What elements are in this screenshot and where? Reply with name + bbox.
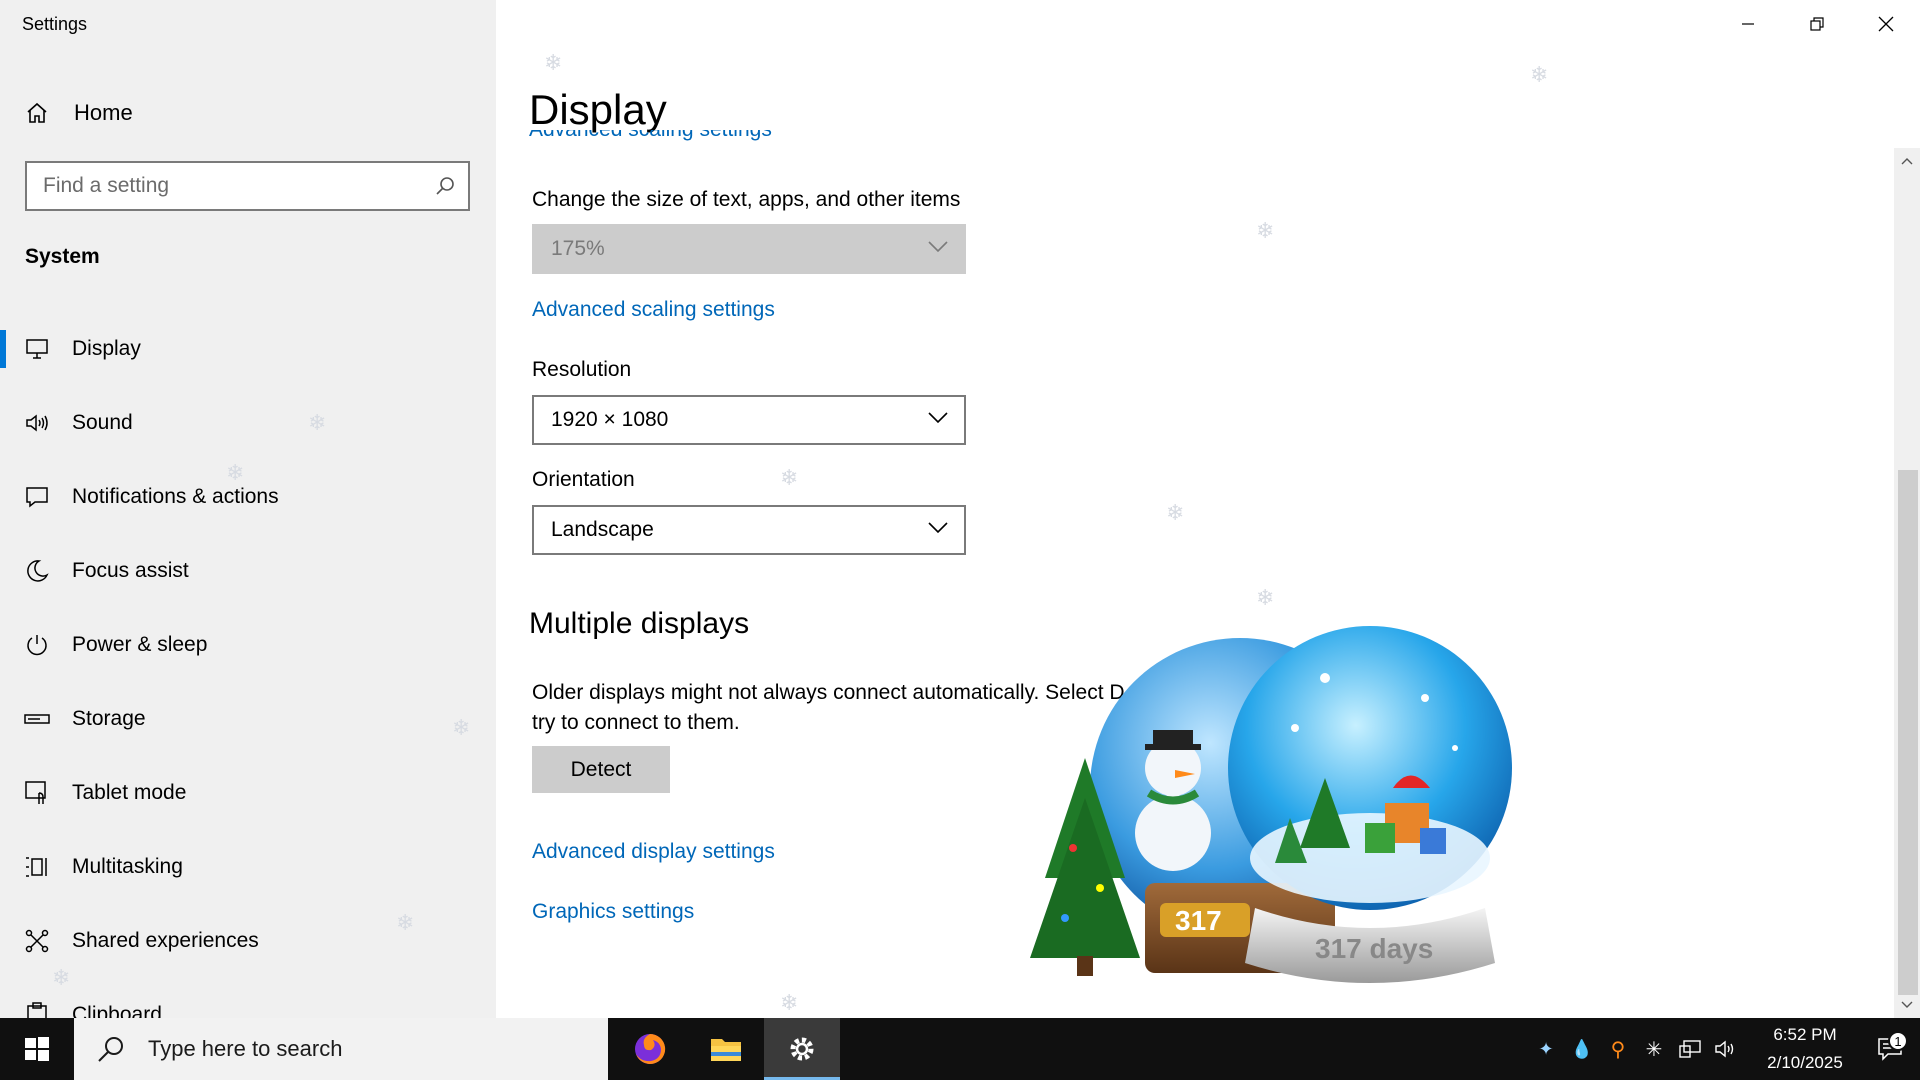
notification-icon: [24, 484, 50, 510]
close-button[interactable]: [1851, 0, 1920, 48]
taskbar: Type here to search ✦ 💧 ⚲ ✳ 6:52 PM 2/10…: [0, 1018, 1920, 1080]
windows-logo-icon: [25, 1037, 49, 1061]
clipped-scrolled-link[interactable]: Advanced scaling settings: [529, 130, 929, 154]
volume-icon[interactable]: [1708, 1039, 1744, 1059]
sidebar-item-label: Notifications & actions: [72, 485, 279, 508]
tray-search-tool-icon[interactable]: ⚲: [1600, 1037, 1636, 1062]
tray-snowglobe-icon[interactable]: ✦: [1528, 1039, 1564, 1060]
scroll-up-arrow-icon[interactable]: [1894, 148, 1920, 174]
scale-value: 175%: [551, 237, 605, 260]
section-heading-system: System: [25, 245, 100, 268]
snow-globe-illustration: 317 317 days: [1030, 626, 1512, 983]
widget-days-label: 317 days: [1315, 933, 1433, 964]
tray-bluetooth-icon[interactable]: ✳: [1636, 1037, 1672, 1062]
home-icon: [24, 100, 50, 126]
sidebar-item-display[interactable]: Display: [0, 312, 496, 386]
sidebar-item-tablet-mode[interactable]: Tablet mode: [0, 756, 496, 830]
clock-date: 2/10/2025: [1767, 1053, 1843, 1072]
taskbar-apps: [612, 1018, 840, 1080]
resolution-dropdown[interactable]: 1920 × 1080: [532, 395, 966, 445]
sidebar-item-label: Storage: [72, 707, 146, 730]
settings-sidebar: Settings Home System Display Sound: [0, 0, 496, 1018]
vertical-scrollbar[interactable]: [1894, 148, 1920, 1018]
tablet-mode-icon: [24, 780, 50, 806]
sidebar-item-storage[interactable]: Storage: [0, 682, 496, 756]
graphics-settings-link[interactable]: Graphics settings: [532, 900, 694, 924]
scale-label: Change the size of text, apps, and other…: [532, 188, 961, 211]
sidebar-item-label: Display: [72, 337, 141, 360]
tray-drop-icon[interactable]: 💧: [1564, 1039, 1600, 1060]
resolution-label: Resolution: [532, 358, 632, 381]
resolution-value: 1920 × 1080: [551, 408, 669, 431]
sidebar-item-label: Tablet mode: [72, 781, 187, 804]
advanced-scaling-link[interactable]: Advanced scaling settings: [532, 298, 775, 322]
file-explorer-taskbar-button[interactable]: [688, 1018, 764, 1080]
sidebar-item-clipboard[interactable]: Clipboard: [0, 978, 496, 1018]
sidebar-item-label: Power & sleep: [72, 633, 208, 656]
find-setting-search[interactable]: [25, 161, 470, 211]
multitasking-icon: [24, 854, 50, 880]
sidebar-item-multitasking[interactable]: Multitasking: [0, 830, 496, 904]
action-center-button[interactable]: 1: [1860, 1031, 1920, 1061]
page-title: Display: [529, 86, 667, 133]
chevron-down-icon: [928, 240, 948, 258]
multiple-displays-heading: Multiple displays: [529, 607, 750, 640]
advanced-display-link[interactable]: Advanced display settings: [532, 840, 775, 864]
taskbar-clock[interactable]: 6:52 PM 2/10/2025: [1750, 1021, 1860, 1077]
sidebar-item-label: Focus assist: [72, 559, 189, 582]
firefox-taskbar-button[interactable]: [612, 1018, 688, 1080]
home-label: Home: [74, 100, 133, 125]
chevron-down-icon: [928, 521, 948, 539]
storage-icon: [24, 706, 50, 732]
window-controls: [1713, 0, 1920, 48]
chevron-down-icon: [928, 411, 948, 429]
moon-icon: [24, 558, 50, 584]
snow-globe-widget[interactable]: 317 317 days: [1025, 618, 1515, 1018]
sidebar-item-focus-assist[interactable]: Focus assist: [0, 534, 496, 608]
settings-taskbar-button[interactable]: [764, 1018, 840, 1080]
scale-dropdown: 175%: [532, 224, 966, 274]
search-icon: [96, 1034, 126, 1064]
sidebar-item-shared-experiences[interactable]: Shared experiences: [0, 904, 496, 978]
start-button[interactable]: [0, 1018, 74, 1080]
power-icon: [24, 632, 50, 658]
scroll-down-arrow-icon[interactable]: [1894, 992, 1920, 1018]
sidebar-nav: Display Sound Notifications & actions Fo…: [0, 312, 496, 1018]
orientation-dropdown[interactable]: Landscape: [532, 505, 966, 555]
shared-experiences-icon: [24, 928, 50, 954]
firefox-icon: [635, 1033, 666, 1064]
network-icon[interactable]: [1672, 1040, 1708, 1058]
speaker-icon: [24, 410, 50, 436]
orientation-label: Orientation: [532, 468, 635, 491]
find-setting-input[interactable]: [27, 174, 422, 198]
taskbar-search-placeholder: Type here to search: [148, 1036, 343, 1061]
clipboard-icon: [24, 1002, 50, 1018]
sidebar-item-notifications[interactable]: Notifications & actions: [0, 460, 496, 534]
scrollbar-thumb[interactable]: [1898, 470, 1918, 995]
restore-button[interactable]: [1782, 0, 1851, 48]
notification-count-badge: 1: [1888, 1031, 1908, 1051]
folder-icon: [711, 1039, 741, 1061]
sidebar-item-home[interactable]: Home: [24, 96, 133, 130]
sidebar-item-sound[interactable]: Sound: [0, 386, 496, 460]
orientation-value: Landscape: [551, 518, 654, 541]
sidebar-item-power-sleep[interactable]: Power & sleep: [0, 608, 496, 682]
detect-button[interactable]: Detect: [532, 746, 670, 793]
sidebar-item-label: Shared experiences: [72, 929, 259, 952]
taskbar-search[interactable]: Type here to search: [74, 1018, 608, 1080]
system-tray: ✦ 💧 ⚲ ✳ 6:52 PM 2/10/2025 1: [1528, 1018, 1920, 1080]
sidebar-item-label: Clipboard: [72, 1003, 162, 1018]
clipped-link-text[interactable]: Advanced scaling settings: [529, 130, 772, 142]
minimize-button[interactable]: [1713, 0, 1782, 48]
monitor-icon: [24, 336, 50, 362]
clock-time: 6:52 PM: [1773, 1025, 1837, 1044]
sidebar-item-label: Multitasking: [72, 855, 183, 878]
search-icon[interactable]: [422, 175, 468, 197]
widget-back-days: 317: [1175, 905, 1222, 936]
sidebar-item-label: Sound: [72, 411, 133, 434]
app-title: Settings: [22, 14, 88, 34]
gear-icon: [790, 1037, 814, 1061]
